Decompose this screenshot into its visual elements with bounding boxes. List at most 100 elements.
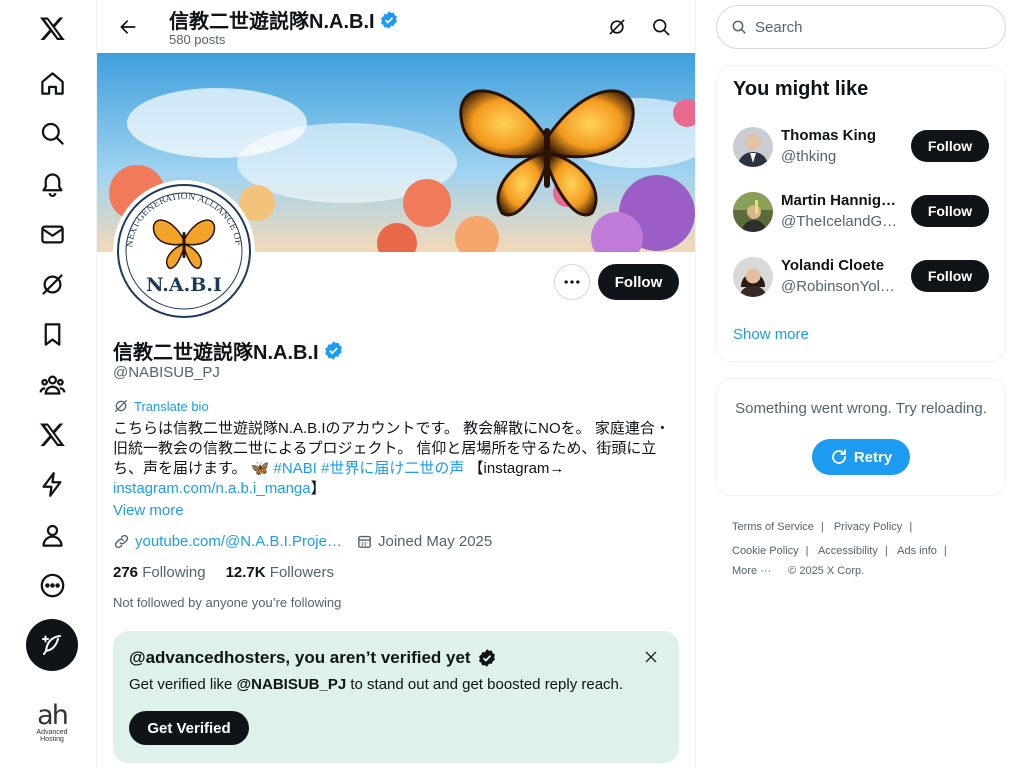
retry-label: Retry (853, 448, 893, 466)
compose-post-button[interactable] (26, 619, 78, 671)
footer-links: Terms of Service | Privacy Policy | Cookie… (732, 521, 947, 577)
footer-more-link[interactable]: More ··· (732, 565, 771, 577)
follow-stats: 276 Following 12.7K Followers (113, 564, 334, 581)
close-icon (645, 651, 657, 663)
more-options-icon[interactable] (26, 563, 78, 607)
home-icon[interactable] (26, 61, 78, 105)
footer-link[interactable]: Accessibility (818, 545, 878, 557)
following-count: 276 (113, 564, 139, 581)
follow-button[interactable]: Follow (911, 130, 989, 162)
follow-button[interactable]: Follow (911, 260, 989, 292)
user-avatar-image (733, 127, 773, 167)
avatar[interactable] (733, 257, 773, 297)
profile-avatar[interactable]: NEXT-GENERATION ALLIANCE OF BELIEF AND I… (113, 180, 255, 322)
grok-button[interactable] (601, 13, 633, 41)
search-bar[interactable] (716, 5, 1006, 49)
bio-instagram-label: 【instagram→ (464, 460, 565, 477)
bio-instagram-link[interactable]: instagram.com/n.a.b.i_manga (113, 480, 311, 497)
search-icon (653, 19, 670, 36)
avatar[interactable] (733, 127, 773, 167)
translate-icon (115, 400, 127, 412)
suggested-user[interactable]: Martin Hannig… @TheIcelandG… Follow (733, 192, 991, 252)
bookmarks-icon[interactable] (26, 312, 78, 356)
verify-text-pre: Get verified like (129, 676, 237, 693)
suggested-user-name: Thomas King (781, 127, 877, 144)
verified-badge-icon[interactable] (323, 340, 344, 361)
account-logo: ah (37, 700, 69, 731)
communities-icon[interactable] (26, 362, 78, 406)
following-label: Following (142, 564, 206, 581)
lightning-icon[interactable] (26, 462, 78, 506)
back-button[interactable] (111, 10, 145, 44)
post-count: 580 posts (169, 32, 226, 47)
header-title: 信教二世遊説隊N.A.B.I (169, 5, 399, 34)
search-input[interactable] (755, 18, 985, 36)
user-avatar-image (733, 257, 773, 297)
footer-link[interactable]: Cookie Policy (732, 545, 799, 557)
search-icon (732, 20, 746, 34)
followers-link[interactable]: 12.7K Followers (226, 564, 334, 581)
joined-date: Joined May 2025 (356, 533, 492, 550)
view-more-link[interactable]: View more (113, 502, 184, 519)
verify-promo-card: @advancedhosters, you aren’t verified ye… (113, 631, 679, 763)
bio-bracket-close: 】 (310, 480, 326, 497)
bio-line-1: こちらは信教二世遊説隊N.A.B.Iのアカウントです。 教会解散にNOを。 家庭… (113, 420, 670, 437)
bio-line-3: ち、声を届けます。 🦋 (113, 460, 274, 477)
user-avatar-image (733, 192, 773, 232)
more-actions-button[interactable] (554, 264, 590, 300)
search-profile-button[interactable] (645, 13, 677, 41)
show-more-link[interactable]: Show more (733, 326, 809, 343)
account-switcher[interactable]: ah Advanced Hosting (30, 700, 74, 746)
followers-label: Followers (269, 564, 334, 581)
ellipsis-icon (564, 280, 580, 284)
footer-link[interactable]: Ads info (897, 545, 937, 557)
you-might-like-title: You might like (733, 78, 869, 100)
nabi-logo-avatar: NEXT-GENERATION ALLIANCE OF BELIEF AND I… (117, 184, 251, 318)
suggested-user-handle: @TheIcelandG… (781, 213, 898, 230)
profile-icon[interactable] (26, 513, 78, 557)
suggested-user[interactable]: Yolandi Cloete @RobinsonYol… Follow (733, 257, 991, 317)
suggested-user-name: Martin Hannig… (781, 192, 896, 209)
notifications-icon[interactable] (26, 161, 78, 205)
premium-x-icon[interactable] (26, 412, 78, 456)
calendar-icon (358, 535, 371, 548)
profile-column: 信教二世遊説隊N.A.B.I 580 posts NEXT-GENERATION… (97, 0, 696, 768)
footer-link[interactable]: Terms of Service (732, 521, 814, 533)
feather-icon (42, 635, 61, 655)
footer-link[interactable]: Privacy Policy (834, 521, 902, 533)
profile-meta: youtube.com/@N.A.B.I.Proje… Joined May 2… (113, 531, 492, 551)
left-nav: ah Advanced Hosting (0, 0, 97, 768)
get-verified-button[interactable]: Get Verified (129, 711, 249, 745)
avatar-nabi-text: N.A.B.I (146, 274, 222, 296)
grok-icon (609, 19, 625, 35)
translate-bio-link[interactable]: Translate bio (113, 398, 209, 414)
avatar[interactable] (733, 192, 773, 232)
verified-badge-icon (478, 649, 495, 667)
follow-button[interactable]: Follow (598, 264, 679, 300)
error-panel: Something went wrong. Try reloading. Ret… (716, 378, 1006, 496)
follow-button[interactable]: Follow (911, 195, 989, 227)
explore-icon[interactable] (26, 111, 78, 155)
website-link[interactable]: youtube.com/@N.A.B.I.Proje… (135, 533, 342, 550)
following-link[interactable]: 276 Following (113, 564, 206, 581)
you-might-like-panel: You might like Thomas King @thking Follo… (716, 65, 1006, 362)
bio-hashtags[interactable]: #NABI #世界に届け二世の声 (274, 460, 465, 477)
verify-text-handle: @NABISUB_PJ (236, 676, 347, 693)
verify-promo-text: Get verified like @NABISUB_PJ to stand o… (129, 676, 623, 693)
verify-text-post: to stand out and get boosted reply reach… (346, 676, 624, 693)
copyright: © 2025 X Corp. (788, 565, 865, 577)
retry-button[interactable]: Retry (812, 439, 910, 475)
messages-icon[interactable] (26, 212, 78, 256)
profile-handle: @NABISUB_PJ (113, 364, 220, 381)
x-logo-icon[interactable] (26, 6, 78, 50)
suggested-user-name: Yolandi Cloete (781, 257, 885, 274)
suggested-user[interactable]: Thomas King @thking Follow (733, 127, 991, 187)
followers-count: 12.7K (225, 564, 266, 581)
error-message: Something went wrong. Try reloading. (735, 400, 987, 417)
link-icon (114, 534, 129, 548)
grok-icon[interactable] (26, 262, 78, 306)
not-followed-note: Not followed by anyone you’re following (113, 595, 342, 610)
close-promo-button[interactable] (639, 645, 663, 669)
back-arrow-icon (120, 20, 136, 34)
verify-promo-title: @advancedhosters, you aren’t verified ye… (129, 648, 497, 668)
